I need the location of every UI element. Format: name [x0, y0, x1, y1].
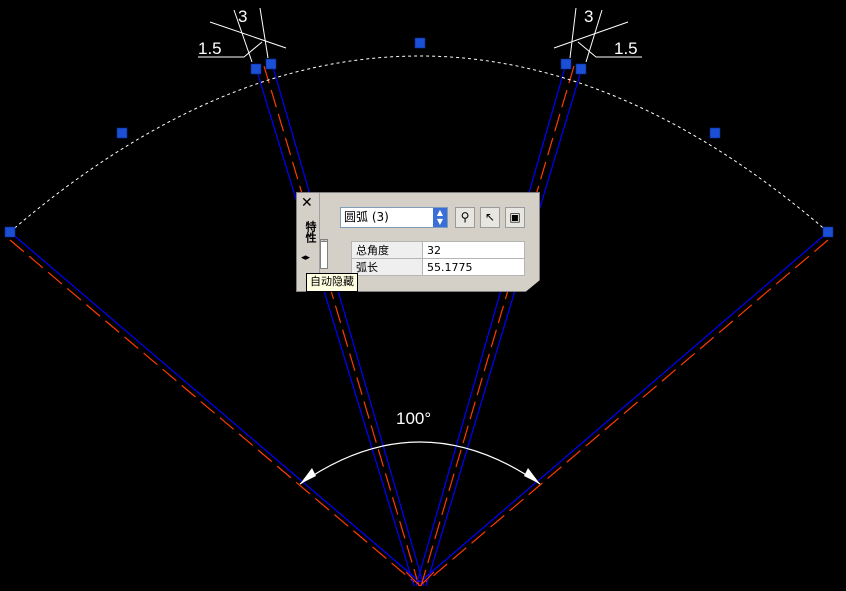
angle-dimension-arc: [299, 441, 541, 485]
left-slot-inner: [271, 63, 425, 587]
angle-arrow-right: [524, 468, 540, 484]
quick-select-button[interactable]: ⚲: [455, 207, 475, 228]
left-dim-3-text: 3: [238, 7, 247, 26]
grip-left-slot-1[interactable]: [250, 63, 262, 75]
property-key: 弧长: [351, 258, 423, 276]
filter-icon: ⚲: [460, 210, 470, 224]
left-dim-ext-2: [259, 7, 269, 59]
close-icon[interactable]: ✕: [301, 195, 313, 211]
table-row[interactable]: 总角度 32: [351, 241, 525, 259]
table-row[interactable]: 弧长 55.1775: [351, 258, 525, 276]
properties-table: 总角度 32 弧长 55.1775: [351, 241, 525, 276]
right-dim-ext-1: [569, 7, 577, 59]
right-slot-outer: [425, 67, 583, 587]
palette-title: 特性: [304, 221, 317, 243]
left-dim-leader-2: [243, 41, 263, 58]
right-dim-1-5-text: 1.5: [614, 39, 638, 58]
grip-arc-top[interactable]: [414, 37, 426, 49]
left-dim-1-5-text: 1.5: [198, 39, 222, 58]
angle-dimension-text: 100°: [396, 409, 431, 428]
grip-right-slot-1[interactable]: [560, 58, 572, 70]
toggle-pickadd-button[interactable]: ▣: [505, 207, 525, 228]
cursor-icon: ↖: [484, 210, 496, 224]
angle-arrow-left: [300, 468, 316, 484]
right-dim-leader-2: [577, 41, 597, 58]
object-type-value: 圆弧 (3): [344, 210, 389, 224]
autohide-tooltip: 自动隐藏: [306, 273, 358, 292]
grip-arc-left-mid[interactable]: [116, 127, 128, 139]
grip-left-slot-2[interactable]: [265, 58, 277, 70]
left-slot-center: [263, 65, 420, 587]
select-objects-button[interactable]: ↖: [480, 207, 500, 228]
right-slot-center: [420, 65, 575, 587]
left-slot-outer: [255, 67, 415, 587]
right-slot-inner: [415, 63, 567, 587]
grip-right-slot-2[interactable]: [575, 63, 587, 75]
grip-arc-right-mid[interactable]: [709, 127, 721, 139]
chevron-updown-icon[interactable]: ▲ ▼: [433, 208, 447, 227]
grip-arc-end[interactable]: [822, 226, 834, 238]
right-dim-3-text: 3: [584, 7, 593, 26]
grip-arc-start[interactable]: [4, 226, 16, 238]
pickadd-icon: ▣: [509, 210, 521, 224]
object-type-select[interactable]: 圆弧 (3) ▲ ▼: [340, 207, 448, 228]
autohide-icon[interactable]: ◂▸: [301, 253, 310, 263]
property-value[interactable]: 55.1775: [422, 258, 525, 276]
drawing-canvas[interactable]: 100° 3 1.5 3 1.5: [0, 0, 846, 591]
palette-scrollbar[interactable]: [320, 241, 328, 269]
property-key: 总角度: [351, 241, 423, 259]
property-value[interactable]: 32: [422, 241, 525, 259]
